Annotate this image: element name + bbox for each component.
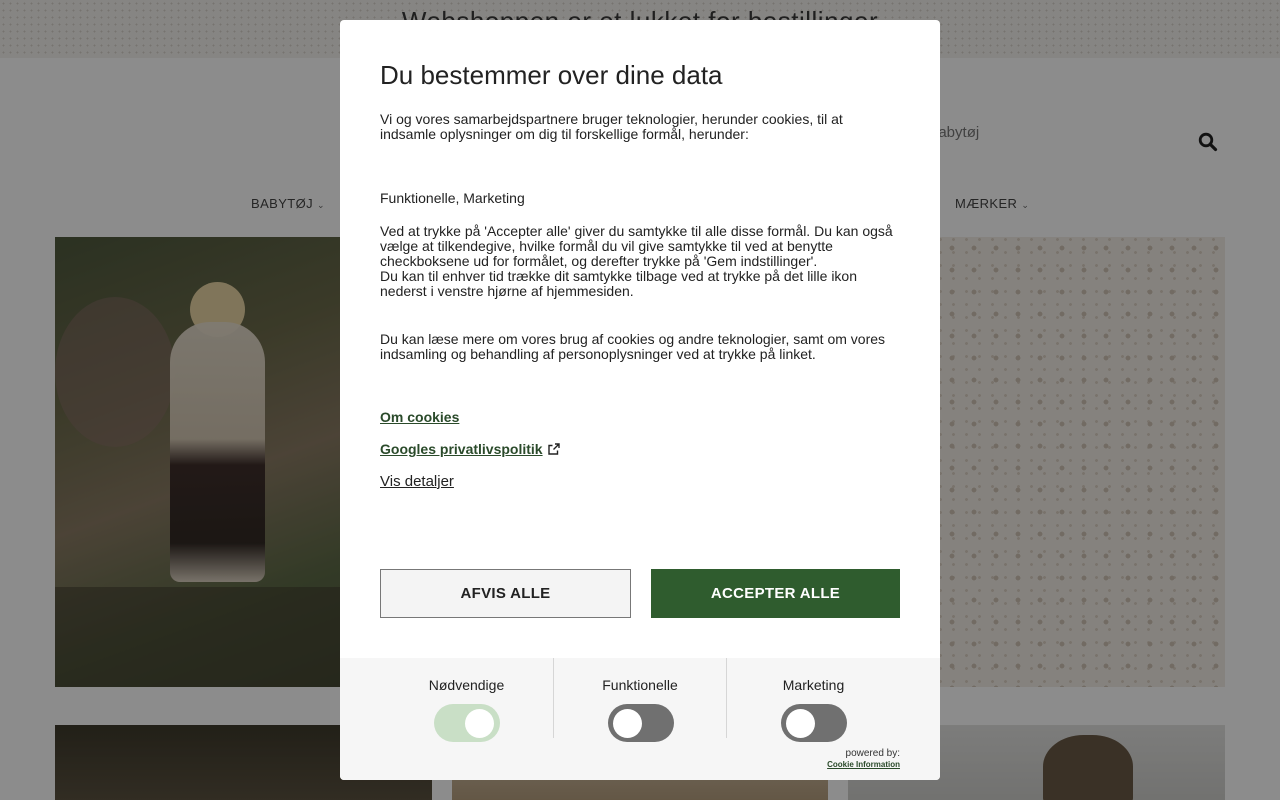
switch-knob	[465, 709, 494, 738]
powered-by-text: powered by:	[845, 748, 900, 759]
google-privacy-link[interactable]: Googles privatlivspolitik	[380, 441, 560, 457]
intro-text: Vi og vores samarbejdspartnere bruger te…	[380, 111, 843, 142]
show-details-link[interactable]: Vis detaljer	[380, 473, 454, 490]
functional-switch[interactable]	[608, 704, 674, 742]
provider-link[interactable]: Cookie Information	[827, 759, 900, 770]
dialog-actions: AFVIS ALLE ACCEPTER ALLE	[340, 528, 940, 658]
toggle-functional: Funktionelle	[553, 658, 726, 742]
toggle-label: Funktionelle	[602, 677, 678, 693]
switch-knob	[786, 709, 815, 738]
purposes-text: Funktionelle, Marketing	[380, 190, 525, 206]
accept-all-button[interactable]: ACCEPTER ALLE	[651, 569, 900, 618]
toggle-label: Marketing	[782, 677, 845, 693]
cookie-consent-dialog: Du bestemmer over dine data Vi og vores …	[340, 20, 940, 780]
consent-text-withdraw: Du kan til enhver tid trække dit samtykk…	[380, 268, 857, 299]
toggle-label: Nødvendige	[428, 677, 505, 693]
consent-text: Ved at trykke på 'Accepter alle' giver d…	[380, 224, 900, 299]
powered-by: powered by: Cookie Information	[827, 748, 900, 770]
switch-knob	[613, 709, 642, 738]
reject-all-button[interactable]: AFVIS ALLE	[380, 569, 631, 618]
about-cookies-link[interactable]: Om cookies	[380, 409, 459, 425]
marketing-switch[interactable]	[781, 704, 847, 742]
dialog-title: Du bestemmer over dine data	[380, 60, 723, 90]
necessary-switch	[434, 704, 500, 742]
toggle-necessary: Nødvendige	[380, 658, 553, 742]
toggle-marketing: Marketing	[726, 658, 900, 742]
external-link-icon	[547, 442, 560, 455]
consent-text-accept: Ved at trykke på 'Accepter alle' giver d…	[380, 223, 893, 269]
google-privacy-label: Googles privatlivspolitik	[380, 441, 543, 457]
more-info-text: Du kan læse mere om vores brug af cookie…	[380, 331, 886, 362]
